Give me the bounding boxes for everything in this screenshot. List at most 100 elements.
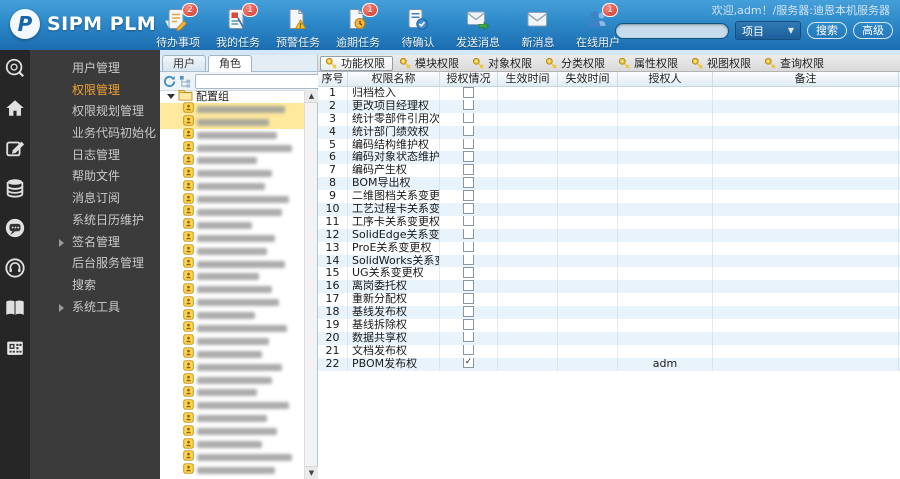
tab-角色[interactable]: 角色 (208, 55, 252, 72)
tree-item-blurred[interactable] (160, 296, 304, 309)
tree-item-blurred[interactable] (160, 321, 304, 335)
tree-item-blurred[interactable] (160, 412, 304, 425)
nav-item-new-message[interactable]: 新消息 (508, 3, 568, 50)
tree-item-blurred[interactable] (160, 347, 304, 361)
rail-button-database[interactable] (0, 177, 30, 217)
granted-checkbox[interactable] (463, 280, 474, 291)
tab-对象权限[interactable]: 对象权限 (468, 56, 539, 70)
tree-item-blurred[interactable] (160, 192, 304, 206)
tree-item-blurred[interactable] (160, 308, 304, 322)
granted-checkbox[interactable]: ✓ (463, 357, 474, 369)
tree-view-icon[interactable] (179, 74, 192, 88)
table-row[interactable]: 5 编码结构维护权 (318, 138, 900, 152)
nav-item-my-task[interactable]: 1 我的任务 (208, 3, 268, 50)
scroll-up-icon[interactable]: ▲ (305, 90, 318, 103)
granted-checkbox[interactable] (463, 138, 474, 150)
sidebar-item-entry[interactable]: 用户管理 (30, 58, 160, 80)
granted-checkbox[interactable] (463, 267, 474, 278)
tree-item-blurred[interactable] (160, 257, 304, 271)
scroll-down-icon[interactable]: ▼ (305, 466, 318, 479)
granted-checkbox[interactable] (463, 177, 474, 188)
tree-root-node[interactable]: 配置组 (160, 90, 304, 103)
tree-item-blurred[interactable] (160, 386, 304, 399)
table-row[interactable]: 7 编码产生权 (318, 164, 900, 178)
tree-item-blurred[interactable] (160, 334, 304, 348)
table-row[interactable]: 13 ProE关系变更权 (318, 241, 900, 255)
table-row[interactable]: 6编码对象状态维护权 (318, 151, 900, 165)
tab-查询权限[interactable]: 查询权限 (760, 56, 831, 70)
tree-item-blurred[interactable] (160, 115, 304, 129)
sidebar-item-entry[interactable]: 帮助文件 (30, 166, 160, 188)
tab-视图权限[interactable]: 视图权限 (687, 56, 758, 70)
rail-button-edit[interactable] (0, 137, 30, 177)
sidebar-item-entry[interactable]: 后台服务管理 (30, 253, 160, 275)
tree-item-blurred[interactable] (160, 360, 304, 374)
table-row[interactable]: 2 更改项目经理权 (318, 99, 900, 113)
rail-button-book[interactable] (0, 297, 30, 337)
nav-item-todo-doc[interactable]: 2 待办事项 (148, 3, 208, 50)
table-row[interactable]: 8 BOM导出权 (318, 177, 900, 191)
table-row[interactable]: 21 文档发布权 (318, 344, 900, 358)
sidebar-item-entry[interactable]: 搜索 (30, 275, 160, 297)
tree-item-blurred[interactable] (160, 154, 304, 167)
granted-checkbox[interactable] (463, 87, 474, 98)
table-row[interactable]: 11 工序卡关系变更权 (318, 215, 900, 229)
expander-down-icon[interactable] (167, 93, 175, 99)
table-row[interactable]: 18 基线发布权 (318, 306, 900, 320)
table-row[interactable]: 20 数据共享权 (318, 331, 900, 345)
sidebar-item-entry[interactable]: 消息订阅 (30, 188, 160, 210)
tree-item-blurred[interactable] (160, 437, 304, 451)
table-row[interactable]: 16 离岗委托权 (318, 280, 900, 294)
tree-item-blurred[interactable] (160, 102, 304, 116)
sidebar-item-active[interactable]: 权限管理 (30, 80, 160, 102)
rail-button-chat[interactable] (0, 217, 30, 257)
tab-用户[interactable]: 用户 (162, 55, 206, 71)
granted-checkbox[interactable] (463, 319, 474, 330)
tree-item-blurred[interactable] (160, 463, 304, 477)
granted-checkbox[interactable] (463, 344, 474, 356)
advanced-search-button[interactable]: 高级 (853, 22, 893, 39)
tab-属性权限[interactable]: 属性权限 (614, 56, 685, 70)
sidebar-item-entry[interactable]: 权限规划管理 (30, 101, 160, 123)
nav-item-overdue-task[interactable]: 1 逾期任务 (328, 3, 388, 50)
tree-item-blurred[interactable] (160, 128, 304, 142)
tree-search-input[interactable] (196, 75, 334, 87)
tree-item-blurred[interactable] (160, 205, 304, 219)
rail-button-seal-search[interactable] (0, 57, 30, 97)
tree-item-blurred[interactable] (160, 244, 304, 258)
tree-item-blurred[interactable] (160, 167, 304, 180)
search-button[interactable]: 搜索 (807, 22, 847, 39)
table-row[interactable]: 14SolidWorks关系变更权 (318, 254, 900, 268)
table-row[interactable]: 3统计零部件引用次数权 (318, 112, 900, 126)
tree-scrollbar[interactable]: ▲ ▼ (304, 90, 318, 479)
sidebar-item-entry[interactable]: 系统工具 (30, 297, 160, 319)
table-row[interactable]: 22 PBOM发布权 ✓ adm (318, 357, 900, 371)
granted-checkbox[interactable] (463, 215, 474, 227)
granted-checkbox[interactable] (463, 125, 474, 137)
table-row[interactable]: 15 UG关系变更权 (318, 267, 900, 281)
granted-checkbox[interactable] (463, 293, 474, 304)
search-input[interactable] (615, 22, 729, 39)
granted-checkbox[interactable] (463, 241, 474, 253)
table-row[interactable]: 19 基线拆除权 (318, 319, 900, 332)
tree-item-blurred[interactable] (160, 399, 304, 412)
tree-item-blurred[interactable] (160, 218, 304, 232)
granted-checkbox[interactable] (463, 331, 474, 343)
search-scope-dropdown[interactable]: 项目 ▼ (735, 21, 801, 40)
tree-item-blurred[interactable] (160, 141, 304, 155)
granted-checkbox[interactable] (463, 164, 474, 175)
rail-button-qr[interactable] (0, 337, 30, 377)
granted-checkbox[interactable] (463, 112, 474, 124)
nav-item-send-message[interactable]: 发送消息 (448, 3, 508, 50)
tab-分类权限[interactable]: 分类权限 (541, 56, 612, 70)
tree-item-blurred[interactable] (160, 283, 304, 296)
granted-checkbox[interactable] (463, 190, 474, 201)
tree-item-blurred[interactable] (160, 180, 304, 193)
table-row[interactable]: 4 统计部门绩效权 (318, 125, 900, 139)
table-row[interactable]: 10工艺过程卡关系变更权 (318, 203, 900, 216)
rail-button-headset[interactable] (0, 257, 30, 297)
granted-checkbox[interactable] (463, 254, 474, 266)
granted-checkbox[interactable] (463, 151, 474, 162)
granted-checkbox[interactable] (463, 228, 474, 240)
granted-checkbox[interactable] (463, 203, 474, 214)
